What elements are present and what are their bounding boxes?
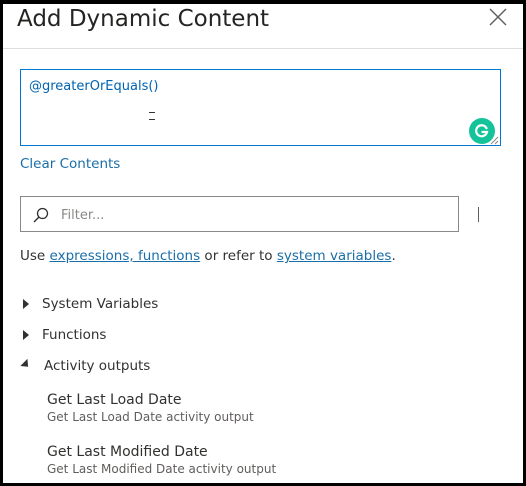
dynamic-content-dialog: Add Dynamic Content @greaterOrEquals() C… [0,0,526,486]
helper-text: Use expressions, functions or refer to s… [20,248,396,264]
tree-item-activity-outputs[interactable]: Activity outputs [20,358,150,374]
tree-item-label: System Variables [42,296,159,312]
clear-contents-link[interactable]: Clear Contents [20,156,120,172]
search-icon [33,207,49,223]
tree-item-label: Functions [42,327,107,343]
output-item-get-last-load-date[interactable]: Get Last Load Date Get Last Load Date ac… [47,391,254,425]
output-name: Get Last Load Date [47,392,182,408]
title-divider [3,48,523,49]
caret-right-icon [23,299,29,309]
expression-editor[interactable]: @greaterOrEquals() [20,69,501,146]
separator-bar [478,207,479,222]
tree-item-system-variables[interactable]: System Variables [20,296,158,312]
output-name: Get Last Modified Date [47,444,208,460]
helper-suffix: . [391,248,396,264]
output-description: Get Last Modified Date activity output [47,462,277,476]
close-icon[interactable] [487,6,509,28]
expression-text[interactable]: @greaterOrEquals() [29,79,159,94]
text-cursor-marker [149,112,155,113]
helper-prefix: Use [20,248,50,264]
filter-box[interactable] [20,196,459,232]
filter-input[interactable] [59,203,443,227]
resize-handle-icon[interactable] [489,135,499,145]
dialog-title: Add Dynamic Content [17,6,270,32]
tree-item-functions[interactable]: Functions [20,327,106,343]
tree-item-label: Activity outputs [44,358,151,374]
text-cursor-marker [149,119,155,120]
output-description: Get Last Load Date activity output [47,410,254,424]
output-item-get-last-modified-date[interactable]: Get Last Modified Date Get Last Modified… [47,443,276,477]
caret-down-icon [20,358,32,371]
system-variables-link[interactable]: system variables [277,248,392,264]
helper-middle: or refer to [200,248,277,264]
caret-right-icon [23,330,29,340]
expressions-functions-link[interactable]: expressions, functions [50,248,201,264]
